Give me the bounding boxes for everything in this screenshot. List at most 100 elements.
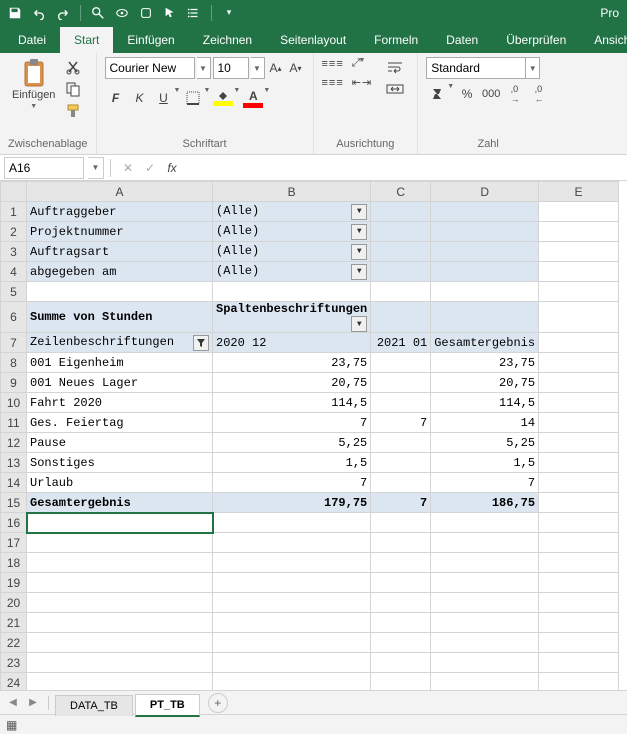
fill-color-button[interactable]: [212, 87, 234, 109]
percent-button[interactable]: %: [456, 83, 478, 105]
cell-C12[interactable]: [371, 433, 431, 453]
cell-D12[interactable]: 5,25: [431, 433, 539, 453]
cell-B20[interactable]: [213, 593, 371, 613]
sheet-nav-next-icon[interactable]: ▶: [24, 694, 42, 712]
enter-formula-icon[interactable]: ✓: [139, 157, 161, 179]
col-labels-drop[interactable]: ▼: [351, 316, 367, 332]
row-header-4[interactable]: 4: [1, 262, 27, 282]
cell-B22[interactable]: [213, 633, 371, 653]
cell-A13[interactable]: Sonstiges: [27, 453, 213, 473]
cell-E23[interactable]: [539, 653, 619, 673]
align-left-button[interactable]: ≡: [322, 76, 328, 89]
add-sheet-button[interactable]: +: [208, 693, 228, 713]
cell-A7[interactable]: Zeilenbeschriftungen: [27, 333, 213, 353]
cell-E8[interactable]: [539, 353, 619, 373]
decrease-font-button[interactable]: A▾: [287, 57, 305, 79]
row-header-16[interactable]: 16: [1, 513, 27, 533]
cell-C7[interactable]: 2021 01: [371, 333, 431, 353]
cell-B16[interactable]: [213, 513, 371, 533]
row-header-18[interactable]: 18: [1, 553, 27, 573]
cell-E13[interactable]: [539, 453, 619, 473]
cell-B10[interactable]: 114,5: [213, 393, 371, 413]
qat-touch-icon[interactable]: [135, 2, 157, 24]
formula-input[interactable]: [183, 157, 627, 179]
decrease-indent-button[interactable]: ⇤: [352, 76, 361, 89]
cell-E6[interactable]: [539, 302, 619, 333]
col-header-C[interactable]: C: [371, 182, 431, 202]
cell-C6[interactable]: [371, 302, 431, 333]
font-size-dropdown-icon[interactable]: ▼: [251, 57, 265, 79]
col-header-A[interactable]: A: [27, 182, 213, 202]
cell-A2[interactable]: Projektnummer: [27, 222, 213, 242]
cell-A5[interactable]: [27, 282, 213, 302]
row-header-8[interactable]: 8: [1, 353, 27, 373]
row-header-23[interactable]: 23: [1, 653, 27, 673]
cancel-formula-icon[interactable]: ✕: [117, 157, 139, 179]
cell-D7[interactable]: Gesamtergebnis: [431, 333, 539, 353]
cell-C3[interactable]: [371, 242, 431, 262]
row-header-12[interactable]: 12: [1, 433, 27, 453]
copy-button[interactable]: [63, 79, 83, 99]
cell-D5[interactable]: [431, 282, 539, 302]
cell-A20[interactable]: [27, 593, 213, 613]
cell-B11[interactable]: 7: [213, 413, 371, 433]
cell-D3[interactable]: [431, 242, 539, 262]
cell-E24[interactable]: [539, 673, 619, 691]
cell-B7[interactable]: 2020 12: [213, 333, 371, 353]
undo-icon[interactable]: [28, 2, 50, 24]
cell-D23[interactable]: [431, 653, 539, 673]
cell-C13[interactable]: [371, 453, 431, 473]
cell-D4[interactable]: [431, 262, 539, 282]
cell-A9[interactable]: 001 Neues Lager: [27, 373, 213, 393]
cell-E4[interactable]: [539, 262, 619, 282]
cell-B9[interactable]: 20,75: [213, 373, 371, 393]
row-header-5[interactable]: 5: [1, 282, 27, 302]
cell-E11[interactable]: [539, 413, 619, 433]
cell-A17[interactable]: [27, 533, 213, 553]
tab-formeln[interactable]: Formeln: [360, 27, 432, 53]
font-size-select[interactable]: 10: [213, 57, 249, 79]
cell-B21[interactable]: [213, 613, 371, 633]
cell-E18[interactable]: [539, 553, 619, 573]
row-header-7[interactable]: 7: [1, 333, 27, 353]
currency-dropdown-icon[interactable]: ▼: [447, 83, 454, 105]
row-header-3[interactable]: 3: [1, 242, 27, 262]
tab-seitenlayout[interactable]: Seitenlayout: [266, 27, 360, 53]
tab-start[interactable]: Start: [60, 27, 113, 53]
cell-B3[interactable]: (Alle)▼: [213, 242, 371, 262]
cell-C16[interactable]: [371, 513, 431, 533]
cell-D9[interactable]: 20,75: [431, 373, 539, 393]
filter-drop-4[interactable]: ▼: [351, 264, 367, 280]
cell-E9[interactable]: [539, 373, 619, 393]
save-icon[interactable]: [4, 2, 26, 24]
sheet-nav-prev-icon[interactable]: ◀: [4, 694, 22, 712]
cell-B5[interactable]: [213, 282, 371, 302]
row-header-13[interactable]: 13: [1, 453, 27, 473]
cell-E7[interactable]: [539, 333, 619, 353]
cell-E12[interactable]: [539, 433, 619, 453]
format-painter-button[interactable]: [63, 101, 83, 121]
col-header-B[interactable]: B: [213, 182, 371, 202]
qat-preview-icon[interactable]: [111, 2, 133, 24]
cell-D2[interactable]: [431, 222, 539, 242]
sheet-tab-data[interactable]: DATA_TB: [55, 695, 133, 716]
cell-B6[interactable]: Spaltenbeschriftungen▼: [213, 302, 371, 333]
decrease-decimal-button[interactable]: ,0←: [528, 83, 550, 105]
cell-C2[interactable]: [371, 222, 431, 242]
cell-E20[interactable]: [539, 593, 619, 613]
row-header-9[interactable]: 9: [1, 373, 27, 393]
name-box-dropdown-icon[interactable]: ▼: [88, 157, 104, 179]
merge-center-button[interactable]: [381, 79, 409, 99]
cell-C22[interactable]: [371, 633, 431, 653]
cell-A10[interactable]: Fahrt 2020: [27, 393, 213, 413]
cell-C15[interactable]: 7: [371, 493, 431, 513]
fill-color-dropdown-icon[interactable]: ▼: [233, 87, 240, 109]
cell-B8[interactable]: 23,75: [213, 353, 371, 373]
col-header-D[interactable]: D: [431, 182, 539, 202]
cell-D19[interactable]: [431, 573, 539, 593]
cell-C4[interactable]: [371, 262, 431, 282]
row-header-17[interactable]: 17: [1, 533, 27, 553]
select-all-corner[interactable]: [1, 182, 27, 202]
cell-A3[interactable]: Auftragsart: [27, 242, 213, 262]
border-button[interactable]: [182, 87, 204, 109]
